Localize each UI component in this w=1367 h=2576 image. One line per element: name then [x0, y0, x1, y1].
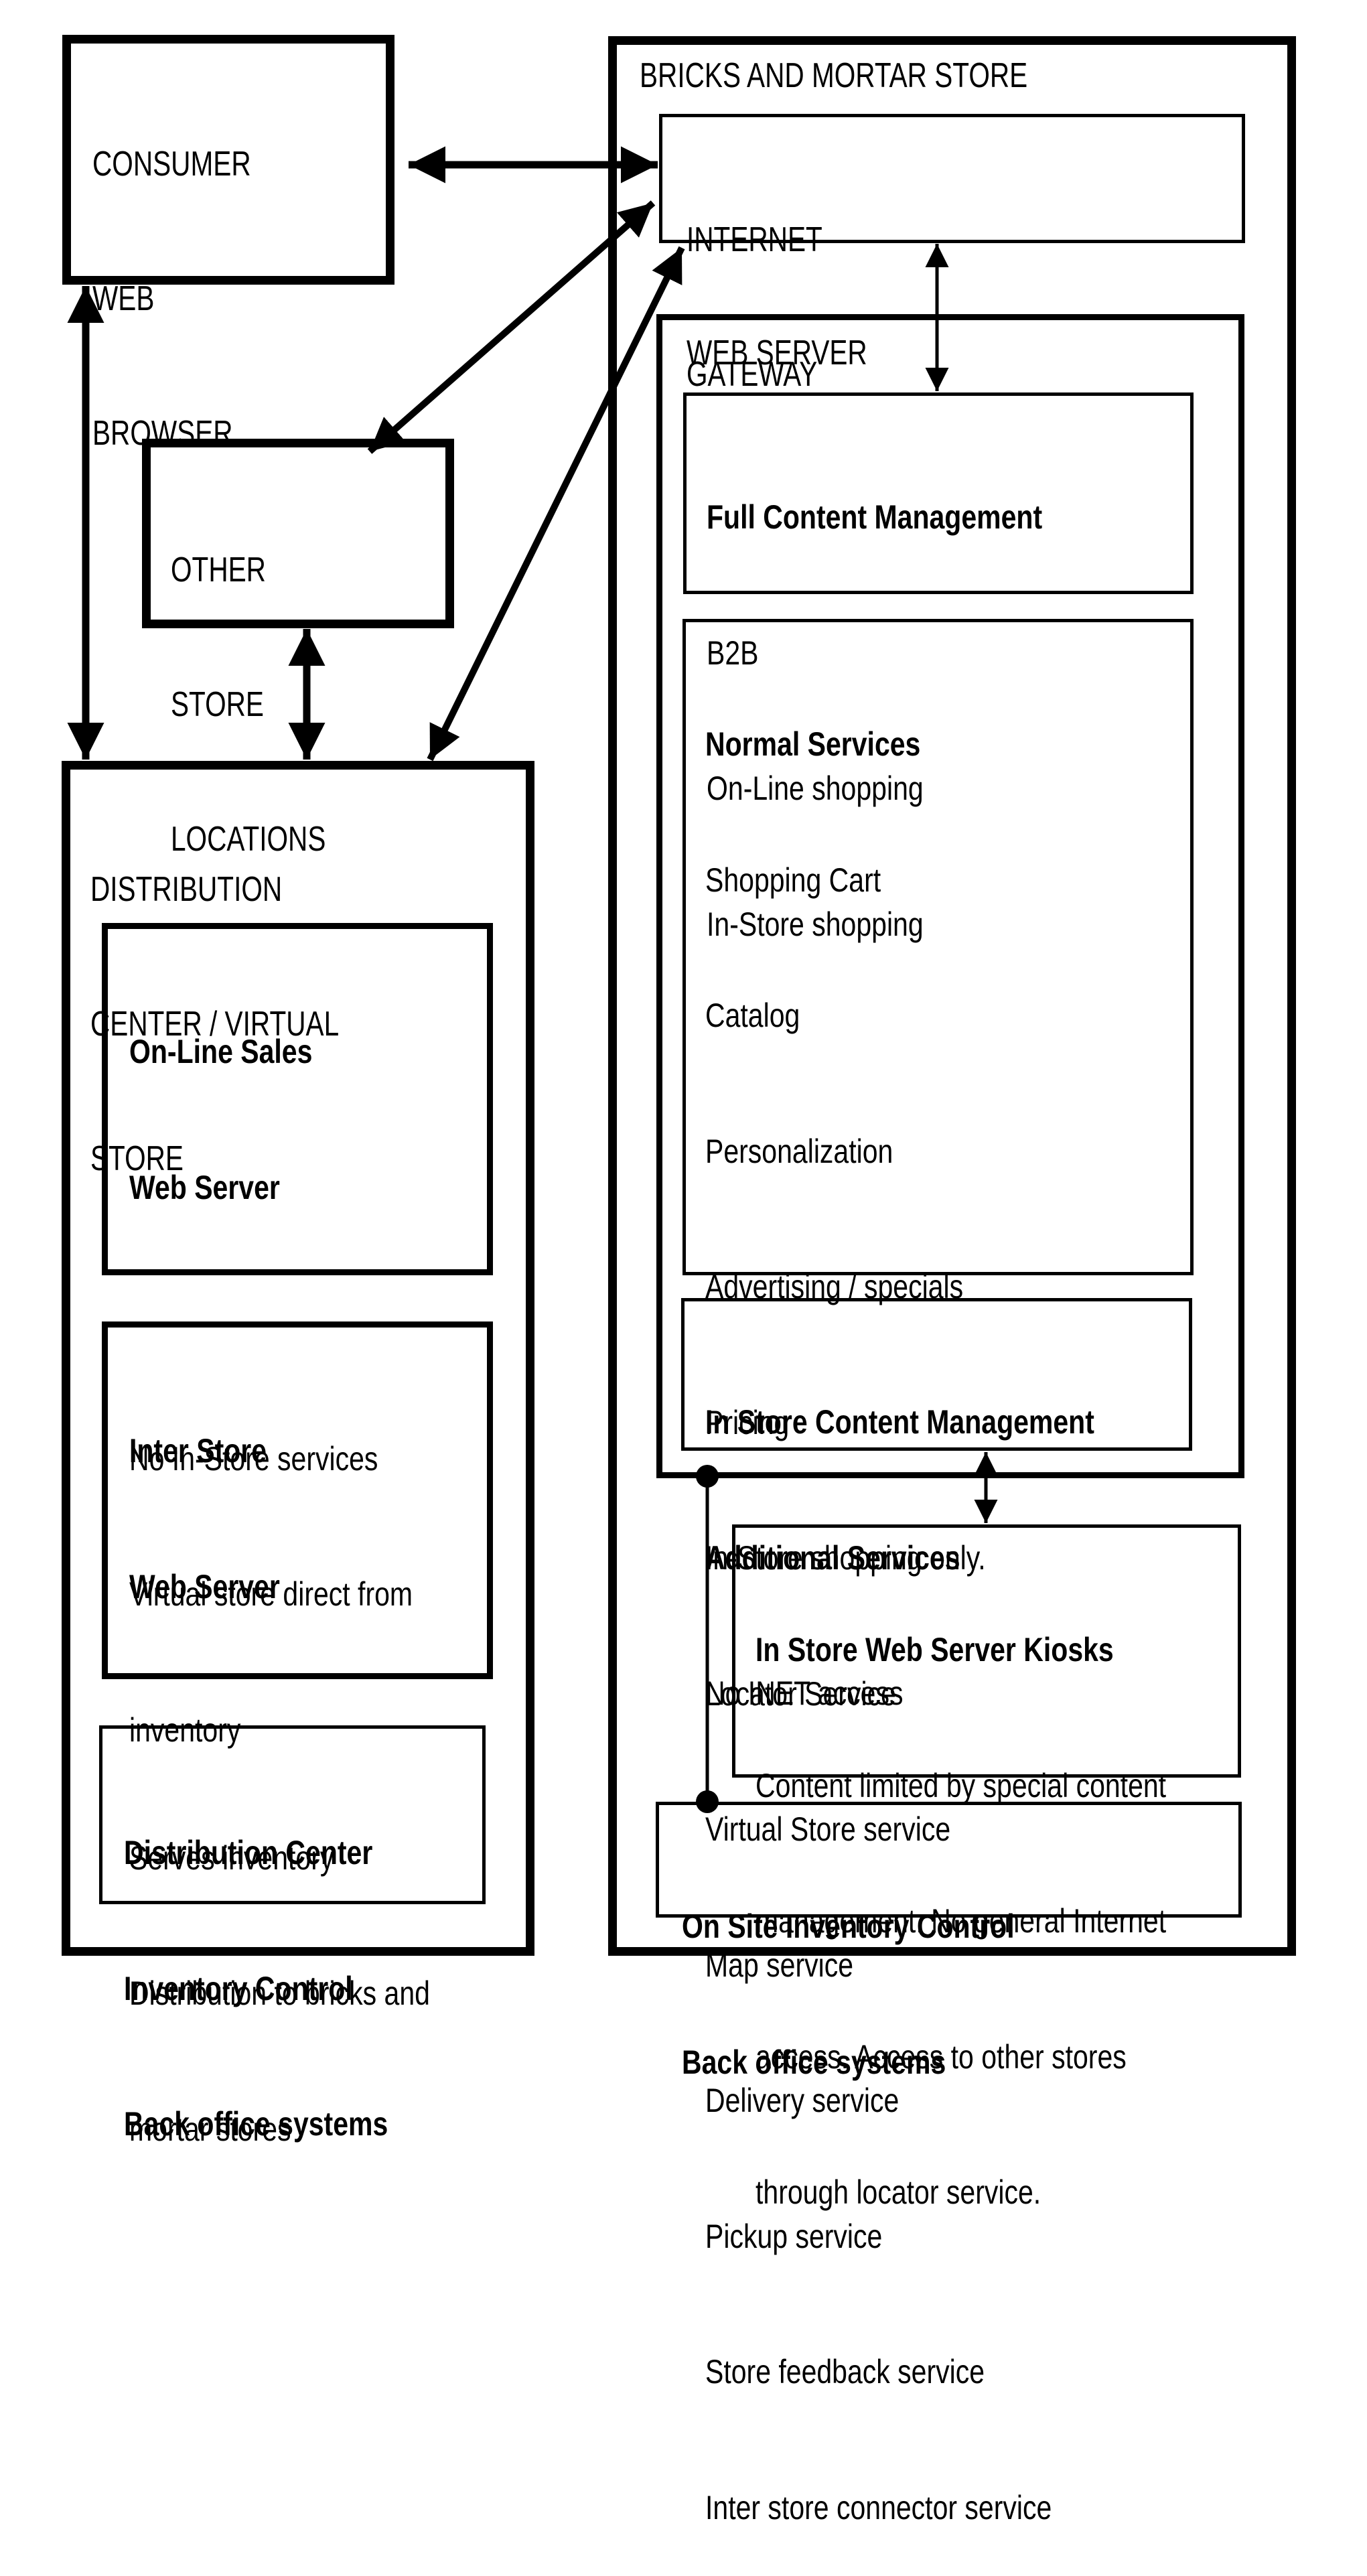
onsite-line: Back office systems — [682, 2043, 946, 2081]
arrow-gateway-other-store — [367, 200, 656, 454]
link-dot-top — [696, 1465, 719, 1488]
additional-service-item: Inter store connector service — [705, 2488, 1052, 2526]
arrow-gateway-distribution — [427, 246, 685, 762]
kiosks-item: through locator service. — [756, 2173, 1041, 2211]
dc-inventory-line: Back office systems — [124, 2105, 388, 2143]
link-dot-bottom — [696, 1790, 719, 1813]
connectors-layer — [67, 146, 998, 1813]
additional-service-item: Store feedback service — [705, 2353, 985, 2390]
